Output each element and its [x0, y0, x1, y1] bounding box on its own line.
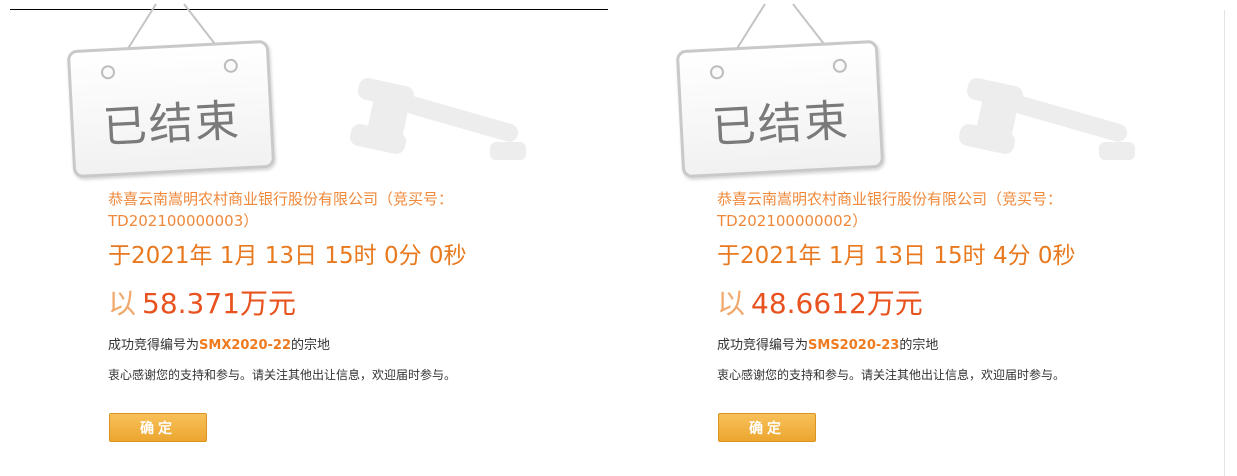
- auction-result-panel-1: 已结束 恭喜云南嵩明农村商业银行股份有限公司（竞买号：TD20210000000…: [0, 0, 600, 476]
- ended-sign-icon: 已结束: [66, 39, 276, 179]
- result-prefix: 成功竞得编号为: [108, 338, 200, 353]
- result-text: 成功竞得编号为SMS2020-23的宗地: [717, 334, 938, 353]
- sign-label: 已结束: [710, 95, 852, 154]
- price-prefix: 以: [717, 287, 746, 320]
- confirm-button[interactable]: 确定: [109, 413, 207, 442]
- deal-price: 48.6612万元: [751, 287, 923, 320]
- parcel-code: SMS2020-23: [808, 338, 900, 353]
- result-text: 成功竞得编号为SMX2020-22的宗地: [108, 334, 330, 353]
- gavel-icon: [958, 78, 1135, 160]
- sign-hole: [832, 58, 848, 74]
- result-suffix: 的宗地: [899, 338, 939, 353]
- deal-price: 58.371万元: [142, 287, 296, 320]
- price-line: 以 58.371万元: [108, 282, 296, 322]
- deal-time: 于2021年 1月 13日 15时 0分 0秒: [108, 243, 467, 269]
- deal-time: 于2021年 1月 13日 15时 4分 0秒: [717, 243, 1076, 269]
- price-prefix: 以: [108, 287, 137, 320]
- right-divider: [1224, 10, 1225, 476]
- parcel-code: SMX2020-22: [199, 338, 292, 353]
- sign-hole: [100, 64, 116, 80]
- auction-result-panel-2: 已结束 恭喜云南嵩明农村商业银行股份有限公司（竞买号：TD20210000000…: [609, 0, 1209, 476]
- result-suffix: 的宗地: [291, 338, 331, 353]
- thanks-text: 衷心感谢您的支持和参与。请关注其他出让信息，欢迎届时参与。: [717, 368, 1066, 382]
- confirm-button[interactable]: 确定: [718, 413, 816, 442]
- gavel-icon: [349, 78, 526, 160]
- sign-hole: [709, 64, 725, 80]
- winner-text: 恭喜云南嵩明农村商业银行股份有限公司（竞买号：TD202100000003）: [108, 190, 454, 230]
- sign-hole: [223, 58, 239, 74]
- price-line: 以 48.6612万元: [717, 282, 923, 322]
- result-prefix: 成功竞得编号为: [717, 338, 809, 353]
- ended-sign-icon: 已结束: [675, 39, 885, 179]
- sign-label: 已结束: [101, 95, 243, 154]
- winner-text: 恭喜云南嵩明农村商业银行股份有限公司（竞买号：TD202100000002）: [717, 190, 1063, 230]
- thanks-text: 衷心感谢您的支持和参与。请关注其他出让信息，欢迎届时参与。: [108, 368, 457, 382]
